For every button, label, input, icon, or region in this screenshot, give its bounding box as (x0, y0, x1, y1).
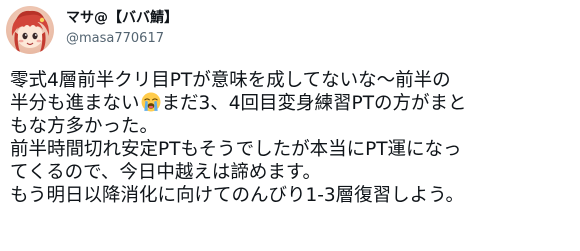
tweet-text-segment: 半分も進まない (10, 93, 140, 114)
loudly-crying-face-icon (141, 92, 160, 112)
tweet-line: もう明日以降消化に向けてのんびり1-3層復習しよう。 (10, 185, 465, 206)
tweet-text: 零式4層前半クリ目PTが意味を成してないな～前半の 半分も進まない まだ3、4回… (10, 69, 575, 207)
anime-character-avatar-icon (6, 6, 54, 54)
tweet-line: 零式4層前半クリ目PTが意味を成してないな～前半の (10, 70, 451, 91)
tweet-text-segment: まだ3、4回目変身練習PTの方がまと (161, 93, 467, 114)
tweet-card: マサ@【ババ鯖】 @masa770617 零式4層前半クリ目PTが意味を成してな… (0, 0, 580, 251)
tweet-line: もな方多かった。 (10, 116, 159, 137)
tweet-line: てくるので、今日中越えは諦めます。 (10, 162, 321, 183)
tweet-line: 半分も進まない まだ3、4回目変身練習PTの方がまと (10, 92, 575, 115)
avatar[interactable] (6, 6, 54, 54)
display-name[interactable]: マサ@【ババ鯖】 (66, 9, 178, 27)
tweet-header: マサ@【ババ鯖】 @masa770617 (0, 0, 580, 60)
user-handle[interactable]: @masa770617 (66, 30, 178, 48)
tweet-line: 前半時間切れ安定PTもそうでしたが本当にPT運になっ (10, 139, 462, 160)
author-names: マサ@【ババ鯖】 @masa770617 (66, 9, 178, 48)
